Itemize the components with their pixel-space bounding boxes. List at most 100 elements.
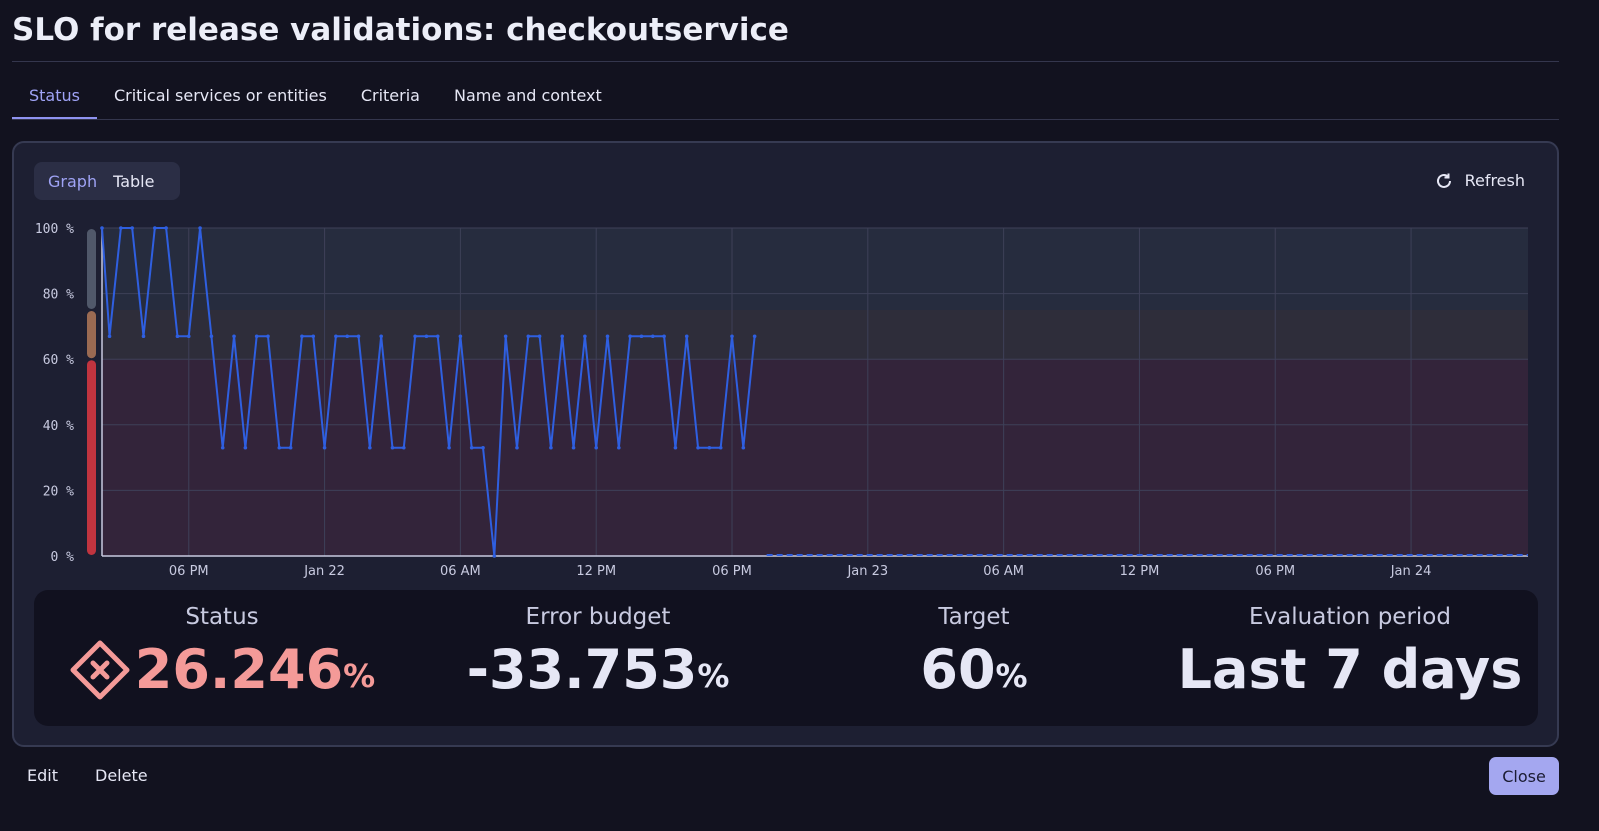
stat-value: 60 <box>920 638 996 701</box>
data-point <box>130 226 134 230</box>
data-point <box>220 445 225 450</box>
data-point <box>311 334 316 339</box>
data-point <box>401 445 406 450</box>
data-point <box>232 334 236 339</box>
data-point <box>254 334 259 339</box>
tab-status[interactable]: Status <box>12 80 97 120</box>
stat-label: Evaluation period <box>1249 604 1451 630</box>
data-point <box>730 334 734 339</box>
page-title: SLO for release validations: checkoutser… <box>12 12 789 48</box>
data-point <box>277 445 282 450</box>
stat-unit: % <box>697 657 730 695</box>
x-tick-label: 06 PM <box>712 564 752 579</box>
close-button[interactable]: Close <box>1489 757 1559 795</box>
view-toggle: Graph Table <box>34 162 180 200</box>
data-point <box>458 334 463 339</box>
divider <box>12 119 1559 120</box>
data-point <box>345 334 350 339</box>
stat-label: Target <box>938 604 1010 630</box>
data-point <box>673 445 678 450</box>
data-point <box>639 334 644 339</box>
stat-label: Status <box>185 604 259 630</box>
data-point <box>662 334 666 339</box>
stat-status: Status 26.246% <box>34 590 410 726</box>
table-view-button[interactable]: Table <box>105 172 162 191</box>
data-point <box>413 334 417 339</box>
stat-value: -33.753 <box>466 638 698 701</box>
x-tick-label: 12 PM <box>1120 564 1160 579</box>
stat-target: Target 60% <box>786 590 1162 726</box>
data-point <box>469 445 474 450</box>
data-point <box>435 334 440 339</box>
y-tick-label: 60 % <box>43 353 74 368</box>
y-tick-label: 0 % <box>51 550 75 565</box>
data-point <box>186 334 191 339</box>
data-point <box>198 226 202 230</box>
divider <box>12 61 1559 62</box>
data-point <box>334 334 338 339</box>
stat-error-budget: Error budget -33.753% <box>410 590 786 726</box>
data-point <box>481 445 485 450</box>
data-point <box>492 554 497 558</box>
tab-criteria[interactable]: Criteria <box>344 80 437 120</box>
tab-critical-services[interactable]: Critical services or entities <box>97 80 344 120</box>
band-success <box>102 228 1528 310</box>
data-point <box>537 334 542 339</box>
stat-value-row: 26.246% <box>34 638 410 701</box>
data-point <box>628 334 632 339</box>
data-point <box>141 334 146 339</box>
data-point <box>379 334 383 339</box>
data-point <box>650 334 655 339</box>
failure-diamond-icon <box>70 640 130 699</box>
data-point <box>684 334 689 339</box>
stat-unit: % <box>995 657 1028 695</box>
band-indicator-warning <box>87 311 96 359</box>
data-point <box>164 226 168 230</box>
edit-button[interactable]: Edit <box>27 766 58 785</box>
x-tick-label: 06 AM <box>440 564 481 579</box>
y-tick-label: 20 % <box>43 484 74 499</box>
stat-value-row: 60% <box>786 638 1162 701</box>
stat-unit: % <box>343 657 376 695</box>
data-point <box>594 445 598 450</box>
data-point <box>718 445 723 450</box>
stats-summary: Status 26.246% Error budget -33.753% Tar… <box>34 590 1538 726</box>
band-indicator-success <box>87 229 96 309</box>
data-point <box>243 445 248 450</box>
data-point <box>175 334 180 339</box>
x-tick-label: 06 PM <box>169 564 209 579</box>
y-tick-label: 40 % <box>43 419 74 434</box>
data-point <box>153 226 157 230</box>
data-point <box>696 445 700 450</box>
band-warning <box>102 310 1528 360</box>
data-point <box>526 334 531 339</box>
x-tick-label: 12 PM <box>576 564 616 579</box>
data-point <box>752 334 757 339</box>
data-point <box>447 445 451 450</box>
graph-view-button[interactable]: Graph <box>40 172 105 191</box>
data-point <box>368 445 372 450</box>
y-tick-label: 80 % <box>43 288 74 303</box>
stat-label: Error budget <box>525 604 671 630</box>
stat-evaluation-period: Evaluation period Last 7 days <box>1162 590 1538 726</box>
data-point <box>571 445 576 450</box>
status-panel: 100 % 80 % 60 % 40 % 20 % 0 % 06 PM Jan 22 06 AM… <box>12 141 1559 747</box>
band-failure <box>102 359 1528 556</box>
data-point <box>100 226 104 230</box>
band-indicator-failure <box>87 360 96 555</box>
data-point <box>356 334 361 339</box>
stat-value-row: -33.753% <box>410 638 786 701</box>
refresh-button[interactable]: Refresh <box>1435 171 1525 190</box>
data-point <box>107 334 112 339</box>
delete-button[interactable]: Delete <box>95 766 148 785</box>
data-point <box>617 445 621 450</box>
refresh-icon <box>1436 173 1451 188</box>
stat-value: 26.246 <box>134 638 344 701</box>
data-point <box>119 226 123 230</box>
data-point <box>209 334 214 339</box>
data-point <box>390 445 395 450</box>
data-point <box>424 334 429 339</box>
data-point <box>503 334 508 339</box>
slo-chart: 100 % 80 % 60 % 40 % 20 % 0 % 06 PM Jan 22 06 AM… <box>35 222 1528 579</box>
tab-name-and-context[interactable]: Name and context <box>437 80 619 120</box>
